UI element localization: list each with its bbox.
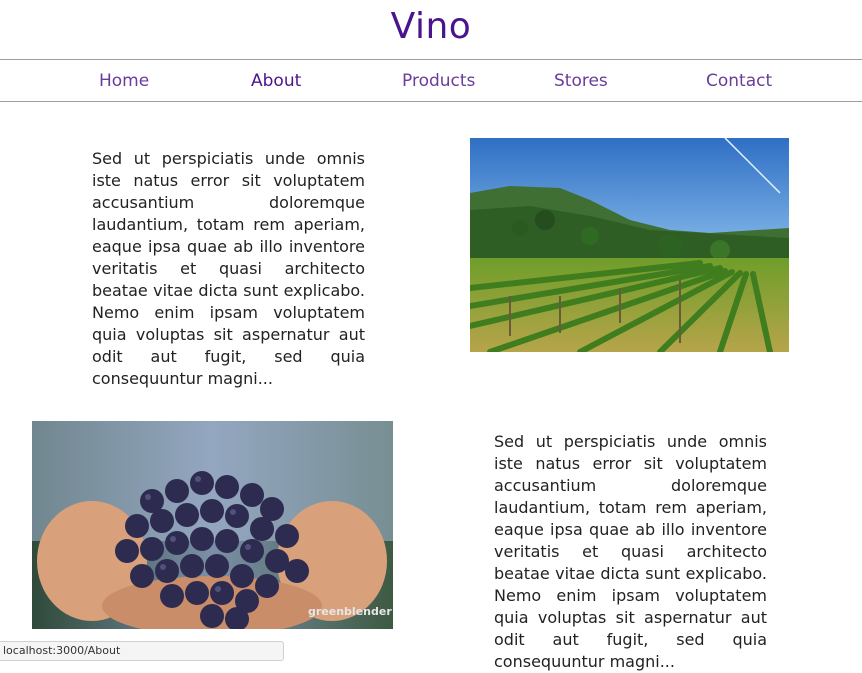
nav-contact-link[interactable]: Contact bbox=[706, 71, 772, 91]
main-nav: Home About Products Stores Contact bbox=[0, 59, 862, 102]
vineyard-photo bbox=[470, 138, 789, 352]
nav-stores-link[interactable]: Stores bbox=[554, 71, 608, 91]
nav-about-link[interactable]: About bbox=[251, 71, 301, 91]
nav-products-link[interactable]: Products bbox=[402, 71, 475, 91]
nav-home-link[interactable]: Home bbox=[99, 71, 149, 91]
about-paragraph-2: Sed ut perspiciatis unde omnis iste natu… bbox=[494, 432, 767, 671]
about-paragraph-1: Sed ut perspiciatis unde omnis iste natu… bbox=[92, 149, 365, 388]
grapes-photo: greenblender bbox=[32, 421, 393, 629]
status-url-bar: localhost:3000/About bbox=[0, 641, 284, 661]
watermark-label: greenblender bbox=[308, 605, 392, 618]
site-title: Vino bbox=[390, 6, 472, 47]
